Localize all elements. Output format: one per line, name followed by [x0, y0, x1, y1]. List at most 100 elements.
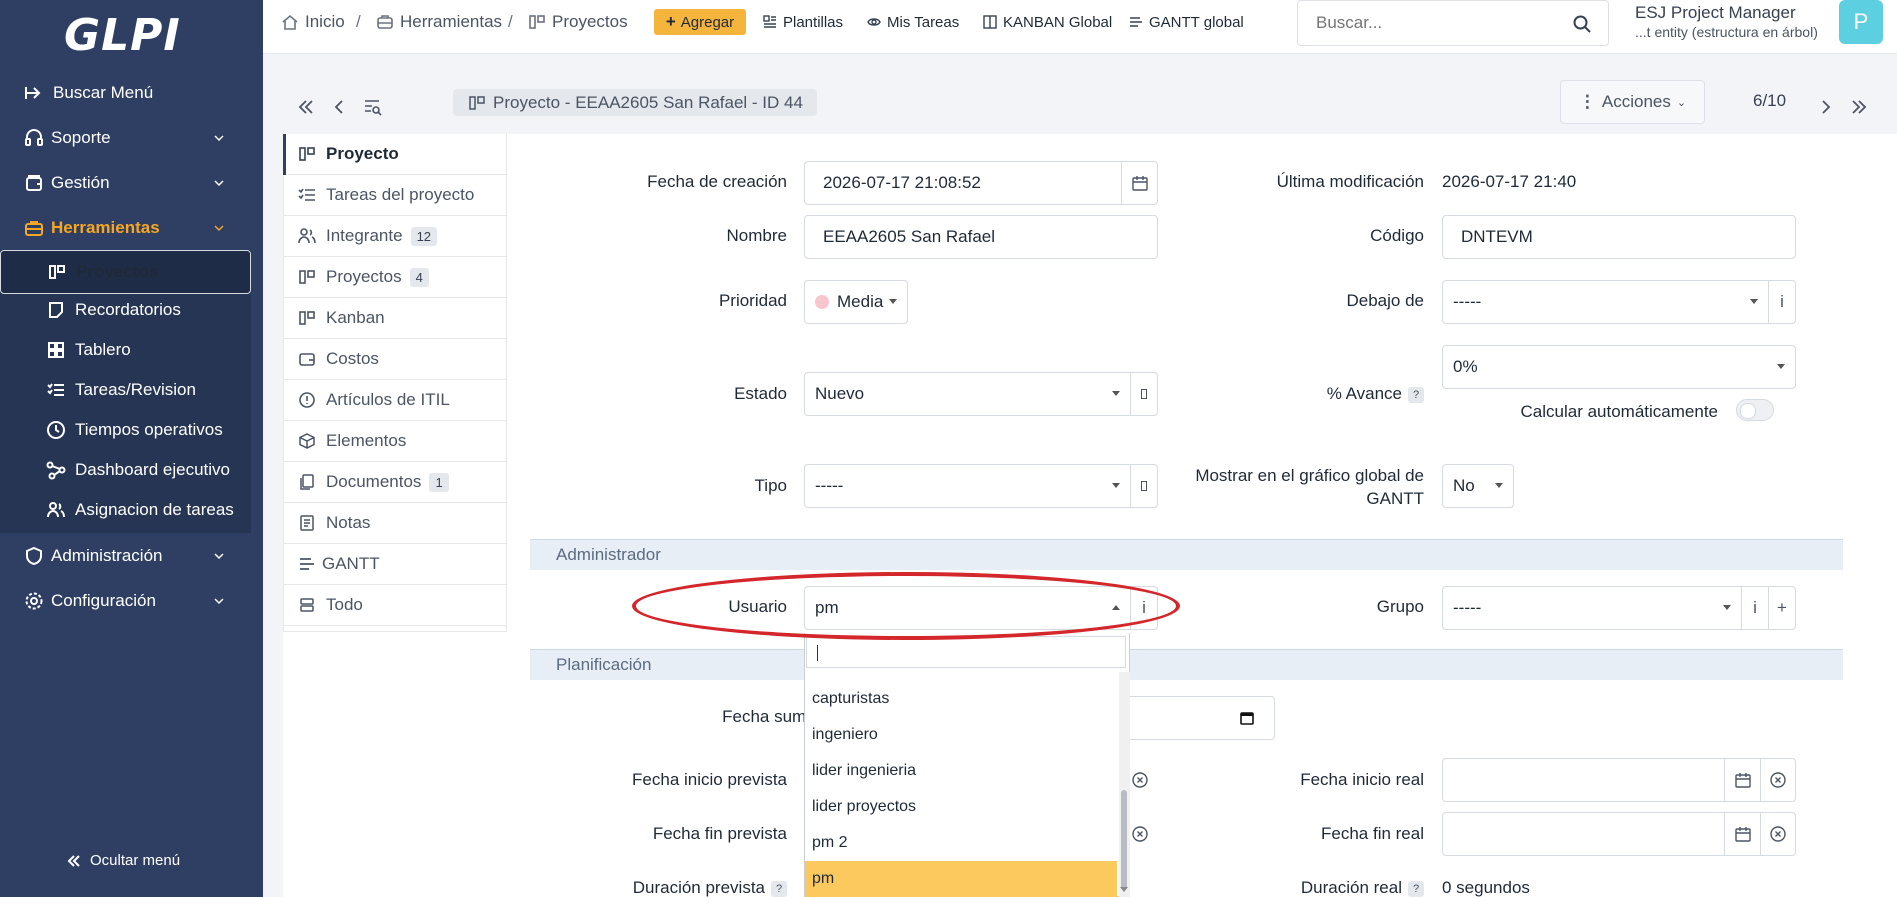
glpi-logo[interactable]: GLPI: [64, 8, 181, 62]
last-record-icon[interactable]: [1850, 98, 1868, 116]
chevron-down-icon: ⌄: [1676, 96, 1687, 109]
sidebar-subitem-dashboard-ejecutivo[interactable]: Dashboard ejecutivo: [0, 450, 251, 490]
sidebar-item-herramientas[interactable]: Herramientas: [0, 208, 263, 248]
tab-proyecto[interactable]: Proyecto: [283, 134, 506, 175]
dropdown-option[interactable]: ingeniero: [805, 717, 1117, 753]
sidebar-subitem-tablero[interactable]: Tablero: [0, 330, 251, 370]
sidebar-subitem-asignacion-tareas[interactable]: Asignacion de tareas: [0, 490, 251, 530]
tab-integrante[interactable]: Integrante 12: [284, 216, 506, 257]
real-end-calendar-button[interactable]: [1724, 812, 1761, 856]
clear-real-end-button[interactable]: [1760, 812, 1796, 856]
group-select[interactable]: -----: [1442, 586, 1742, 630]
sidebar-item-soporte[interactable]: Soporte: [0, 118, 263, 158]
search-input[interactable]: [1316, 13, 1556, 33]
tab-proyectos[interactable]: Proyectos 4: [284, 257, 506, 298]
global-search[interactable]: [1297, 0, 1609, 46]
dropdown-search-input[interactable]: [806, 636, 1126, 668]
user-entity[interactable]: ...t entity (estructura en árbol): [1635, 24, 1818, 40]
users-icon: [47, 502, 65, 518]
breadcrumb-herramientas[interactable]: Herramientas: [376, 0, 502, 44]
tab-kanban[interactable]: Kanban: [284, 298, 506, 339]
tab-articulos-itil[interactable]: Artículos de ITIL: [284, 380, 506, 421]
progress-select[interactable]: 0%: [1442, 345, 1796, 389]
tab-label: Documentos 1: [326, 472, 449, 492]
help-icon[interactable]: ?: [1408, 880, 1424, 897]
state-select[interactable]: Nuevo: [804, 372, 1131, 416]
gantt-global-select[interactable]: No: [1442, 464, 1514, 508]
add-button[interactable]: + Agregar: [654, 9, 746, 35]
caret-down-icon: [1112, 391, 1120, 396]
project-icon: [49, 265, 65, 279]
dropdown-option-selected[interactable]: pm: [805, 861, 1117, 897]
type-info-button[interactable]: [1130, 464, 1158, 508]
actions-button[interactable]: ⋮ Acciones ⌄: [1560, 80, 1705, 124]
dropdown-option[interactable]: lider ingenieria: [805, 753, 1117, 789]
tab-tareas-del-proyecto[interactable]: Tareas del proyecto: [284, 175, 506, 216]
link-mis-tareas[interactable]: Mis Tareas: [867, 0, 959, 44]
priority-select[interactable]: Media: [804, 280, 908, 324]
list-search-icon[interactable]: [364, 98, 382, 116]
sidebar-item-label: Configuración: [51, 591, 156, 610]
top-bar: Inicio / Herramientas / Proyectos + Agre…: [263, 0, 1897, 54]
close-circle-icon: [1770, 826, 1786, 842]
link-gantt-global[interactable]: GANTT global: [1129, 0, 1244, 44]
group-add-button[interactable]: +: [1768, 586, 1796, 630]
sidebar-subitem-proyectos[interactable]: Proyectos: [0, 250, 251, 294]
help-icon[interactable]: ?: [771, 880, 787, 897]
tab-gantt[interactable]: GANTT: [284, 544, 506, 585]
tab-elementos[interactable]: Elementos: [284, 421, 506, 462]
breadcrumb-proyectos[interactable]: Proyectos: [528, 0, 628, 44]
breadcrumb-inicio[interactable]: Inicio: [281, 0, 345, 44]
type-select[interactable]: -----: [804, 464, 1131, 508]
search-icon[interactable]: [1572, 14, 1592, 34]
scrollbar-thumb[interactable]: [1121, 790, 1127, 890]
user-name[interactable]: ESJ Project Manager: [1635, 3, 1796, 23]
previous-record-icon[interactable]: [331, 98, 349, 116]
link-kanban-global[interactable]: KANBAN Global: [983, 0, 1112, 44]
sidebar: GLPI Buscar Menú Soporte Gestión Herrami…: [0, 0, 263, 897]
clear-real-start-button[interactable]: [1760, 758, 1796, 802]
auto-calc-toggle[interactable]: [1736, 399, 1774, 421]
avatar[interactable]: P: [1839, 0, 1883, 44]
supply-date-input[interactable]: [1120, 696, 1275, 740]
creation-date-field[interactable]: 2026-07-17 21:08:52: [804, 161, 1122, 205]
code-input[interactable]: DNTEVM: [1442, 215, 1796, 259]
real-end-input[interactable]: [1442, 812, 1725, 856]
first-record-icon[interactable]: [297, 98, 315, 116]
sidebar-subitem-tareas-revision[interactable]: Tareas/Revision: [0, 370, 251, 410]
help-icon[interactable]: ?: [1408, 386, 1424, 403]
group-info-button[interactable]: i: [1741, 586, 1769, 630]
sidebar-item-configuracion[interactable]: Configuración: [0, 581, 263, 621]
sidebar-item-gestion[interactable]: Gestión: [0, 163, 263, 203]
dropdown-option[interactable]: lider proyectos: [805, 789, 1117, 825]
parent-select[interactable]: -----: [1442, 280, 1769, 324]
dropdown-option[interactable]: pm 2: [805, 825, 1117, 861]
dropdown-option[interactable]: capturistas: [805, 681, 1117, 717]
info-button[interactable]: i: [1768, 280, 1796, 324]
users-icon: [298, 228, 316, 244]
home-icon: [282, 14, 298, 30]
real-end-label: Fecha fin real: [1321, 824, 1424, 843]
name-input[interactable]: EEAA2605 San Rafael: [804, 215, 1158, 259]
chevron-down-icon: [214, 553, 224, 560]
tab-costos[interactable]: Costos: [284, 339, 506, 380]
sidebar-subitem-recordatorios[interactable]: Recordatorios: [0, 290, 251, 330]
link-plantillas[interactable]: Plantillas: [763, 0, 843, 44]
state-color-button[interactable]: [1130, 372, 1158, 416]
close-circle-icon: [1132, 826, 1148, 842]
scroll-down-icon[interactable]: [1119, 886, 1129, 894]
real-start-input[interactable]: [1442, 758, 1725, 802]
sidebar-item-label: Herramientas: [51, 218, 160, 237]
sidebar-item-buscar-menu[interactable]: Buscar Menú: [0, 73, 263, 113]
real-start-calendar-button[interactable]: [1724, 758, 1761, 802]
collapse-menu-button[interactable]: Ocultar menú: [66, 852, 180, 869]
tab-label: Integrante 12: [326, 226, 438, 246]
next-record-icon[interactable]: [1816, 98, 1834, 116]
tab-todo[interactable]: Todo: [284, 585, 506, 626]
calendar-button[interactable]: [1121, 161, 1158, 205]
tab-documentos[interactable]: Documentos 1: [284, 462, 506, 503]
tab-notas[interactable]: Notas: [284, 503, 506, 544]
dropdown-scrollbar[interactable]: [1119, 672, 1130, 897]
sidebar-item-administracion[interactable]: Administración: [0, 536, 263, 576]
sidebar-subitem-tiempos-operativos[interactable]: Tiempos operativos: [0, 410, 251, 450]
